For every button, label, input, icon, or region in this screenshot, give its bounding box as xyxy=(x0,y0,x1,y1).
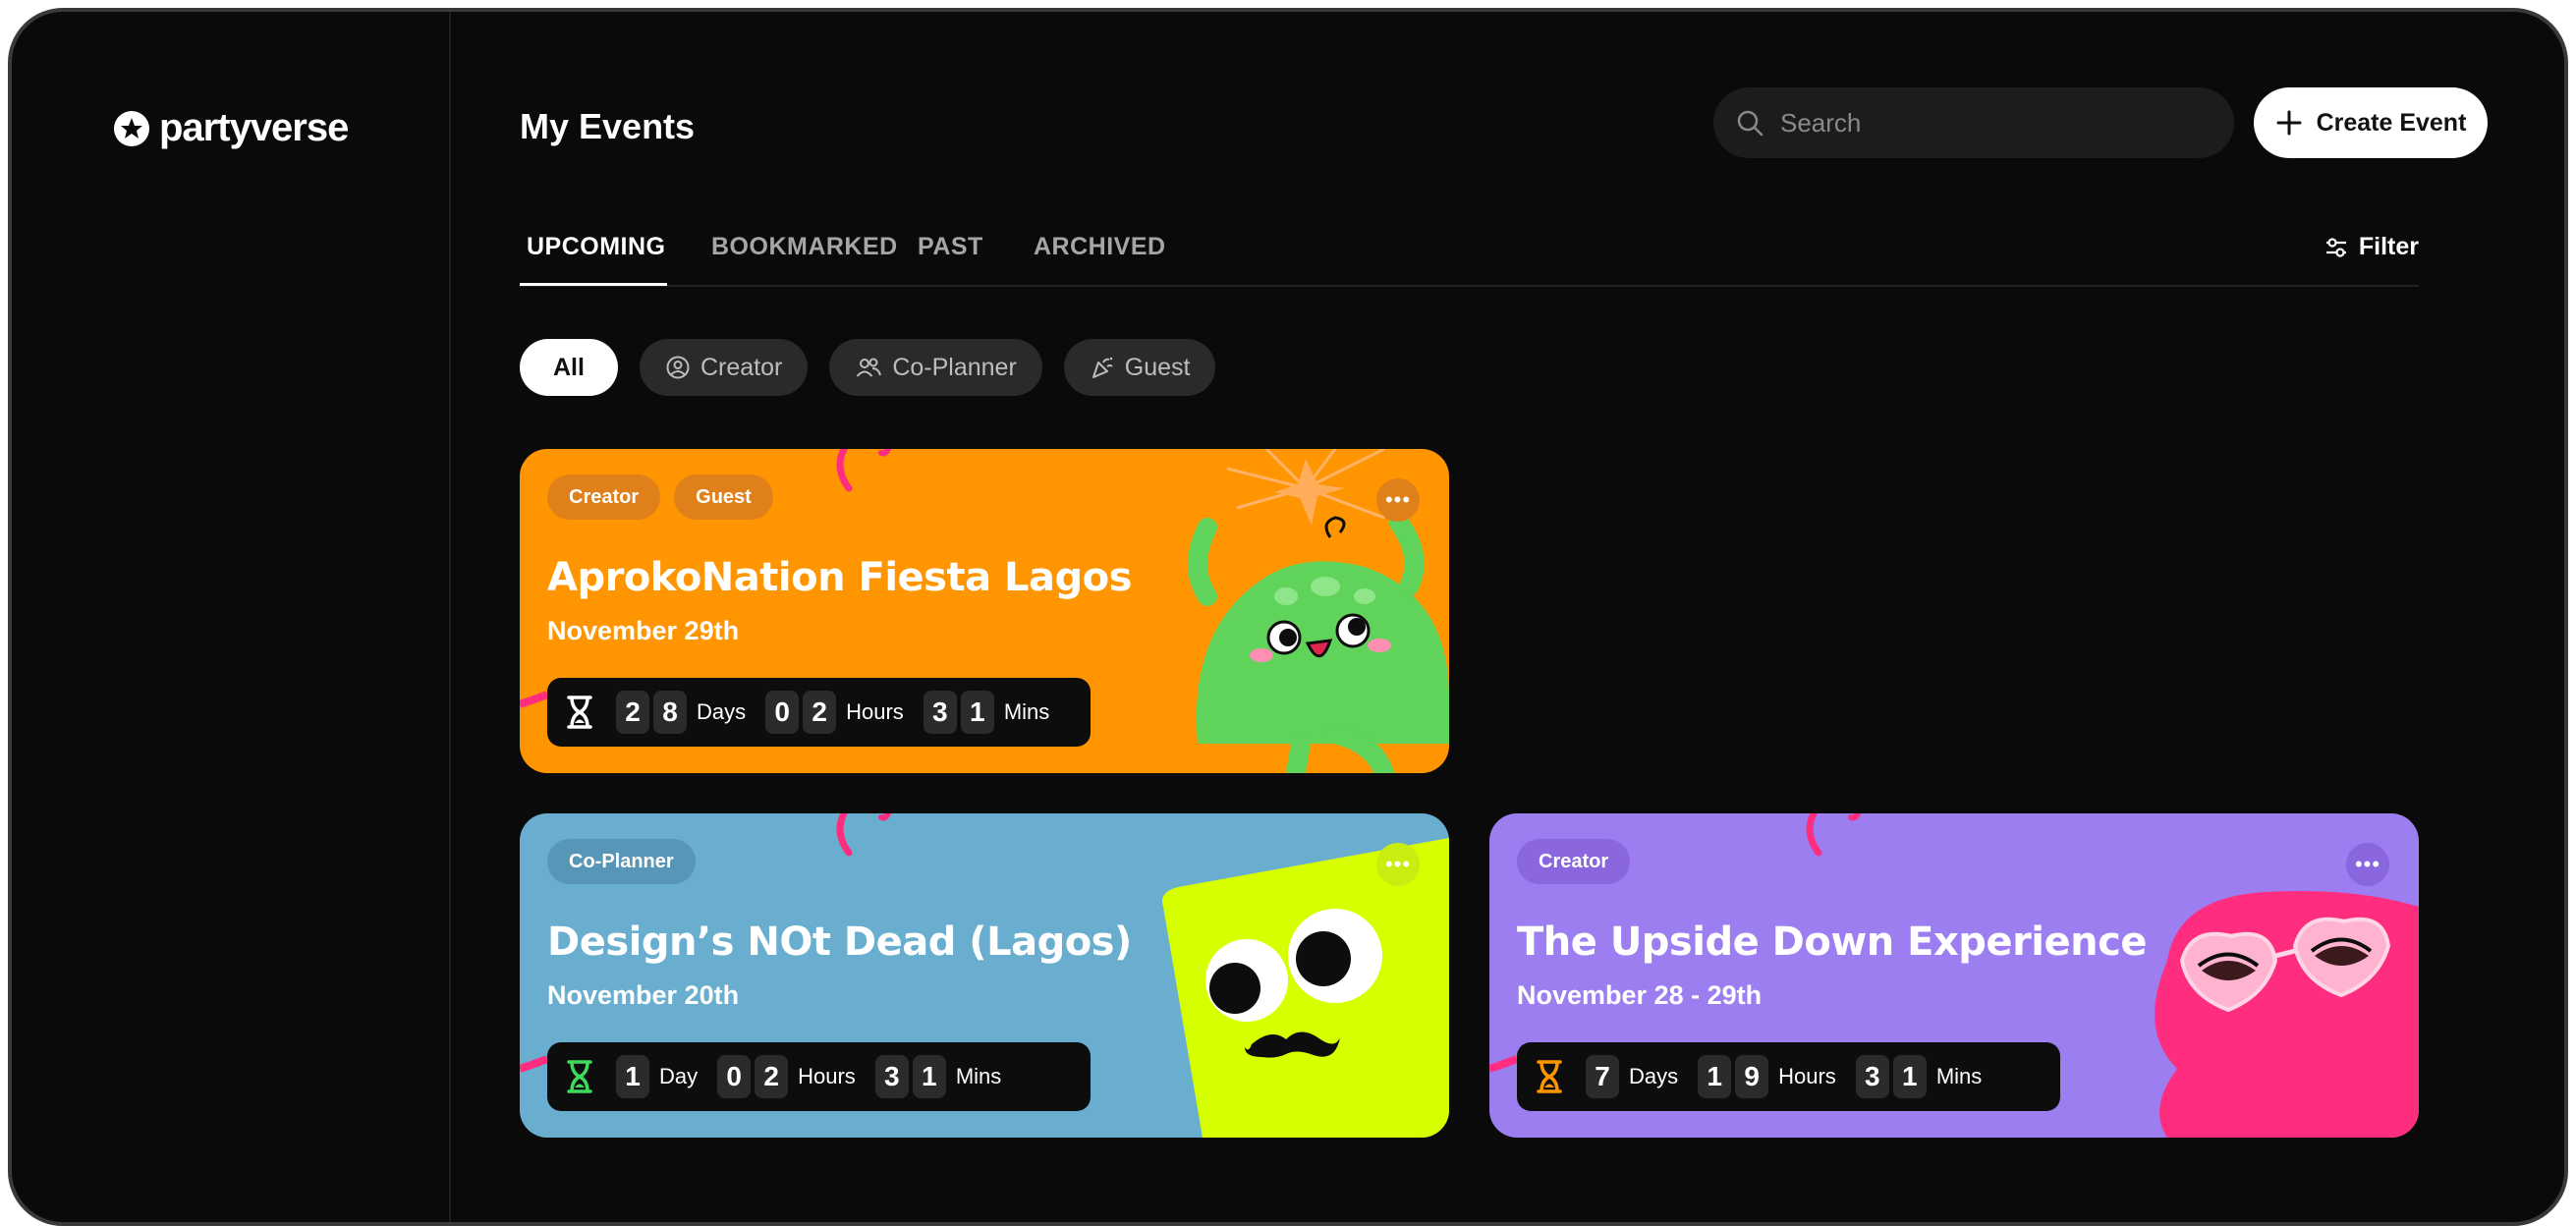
countdown-digit: 9 xyxy=(1735,1055,1769,1098)
tab-archived[interactable]: ARCHIVED xyxy=(1034,233,1166,261)
role-filter-chips: All Creator Co-Planner Guest xyxy=(520,339,1216,396)
countdown-digit: 1 xyxy=(960,691,994,734)
countdown-digit: 1 xyxy=(912,1055,946,1098)
countdown-digit: 3 xyxy=(1855,1055,1889,1098)
countdown-digit: 0 xyxy=(765,691,800,734)
more-dots-icon: ••• xyxy=(1384,487,1412,512)
countdown-digit: 3 xyxy=(874,1055,909,1098)
countdown-timer: 2 8 Days 0 2 Hours 3 1 Mins xyxy=(547,678,1091,747)
countdown-digit: 2 xyxy=(616,691,649,734)
chip-creator[interactable]: Creator xyxy=(639,339,809,396)
countdown-timer: 1 Day 0 2 Hours 3 1 Mins xyxy=(547,1042,1091,1111)
hourglass-icon xyxy=(567,696,592,729)
countdown-unit: Days xyxy=(1629,1064,1679,1088)
partyverse-logo-icon xyxy=(114,110,149,146)
sliders-icon xyxy=(2325,237,2346,257)
chip-co-planner[interactable]: Co-Planner xyxy=(829,339,1042,396)
user-circle-icon xyxy=(666,356,690,379)
countdown-digit: 3 xyxy=(923,691,957,734)
event-title: AprokoNation Fiesta Lagos xyxy=(547,555,1132,600)
countdown-unit: Mins xyxy=(1003,699,1050,724)
sidebar: partyverse xyxy=(12,12,451,1222)
role-tags: Creator Guest xyxy=(547,474,773,520)
countdown-unit: Hours xyxy=(798,1064,856,1088)
tab-past[interactable]: PAST xyxy=(918,233,983,261)
countdown-unit: Hours xyxy=(846,699,904,724)
countdown-digit: 2 xyxy=(803,691,837,734)
event-date: November 20th xyxy=(547,980,740,1010)
event-card[interactable]: Creator Guest ••• AprokoNation Fiesta La… xyxy=(520,449,1449,773)
countdown-unit: Mins xyxy=(1935,1064,1983,1088)
countdown-digit: 7 xyxy=(1586,1055,1619,1098)
countdown-unit: Mins xyxy=(955,1064,1002,1088)
filter-button[interactable]: Filter xyxy=(2324,233,2419,261)
countdown-digit: 1 xyxy=(616,1055,649,1098)
event-date: November 28 - 29th xyxy=(1517,980,1763,1010)
party-popper-icon xyxy=(1092,357,1113,378)
role-tag: Guest xyxy=(674,474,773,520)
event-date: November 29th xyxy=(547,616,740,645)
countdown-digit: 2 xyxy=(755,1055,789,1098)
countdown-timer: 7 Days 1 9 Hours 3 1 Mins xyxy=(1517,1042,2060,1111)
countdown-digit: 1 xyxy=(1892,1055,1927,1098)
countdown-digit: 1 xyxy=(1698,1055,1732,1098)
chip-label: Guest xyxy=(1124,353,1191,381)
more-options-button[interactable]: ••• xyxy=(2346,843,2389,886)
plus-icon xyxy=(2276,110,2302,136)
hourglass-icon xyxy=(1537,1060,1562,1093)
chip-label: Creator xyxy=(700,353,783,381)
chip-label: Co-Planner xyxy=(892,353,1017,381)
create-event-label: Create Event xyxy=(2316,108,2467,137)
users-icon xyxy=(857,358,882,377)
brand-logo[interactable]: partyverse xyxy=(112,106,349,150)
event-title: Design’s NOt Dead (Lagos) xyxy=(547,920,1132,965)
countdown-digit: 0 xyxy=(717,1055,752,1098)
event-title: The Upside Down Experience xyxy=(1517,920,2147,965)
countdown-unit: Days xyxy=(697,699,747,724)
tab-upcoming[interactable]: UPCOMING xyxy=(527,233,666,261)
page-title: My Events xyxy=(520,106,696,146)
search-bar[interactable] xyxy=(1713,87,2234,158)
main-content: My Events Create Event UPCOMING BOOKMARK… xyxy=(451,12,2564,1222)
app-window: partyverse My Events Create Event UPCOMI… xyxy=(8,8,2568,1226)
more-options-button[interactable]: ••• xyxy=(1376,478,1420,522)
chip-label: All xyxy=(553,353,585,381)
brand-name: partyverse xyxy=(159,106,349,149)
chip-guest[interactable]: Guest xyxy=(1063,339,1216,396)
active-tab-indicator xyxy=(520,283,667,286)
role-tags: Co-Planner xyxy=(547,839,696,884)
hourglass-icon xyxy=(567,1060,592,1093)
tab-bookmarked[interactable]: BOOKMARKED xyxy=(711,233,898,261)
create-event-button[interactable]: Create Event xyxy=(2254,87,2488,158)
more-dots-icon: ••• xyxy=(2354,852,2381,876)
countdown-unit: Day xyxy=(659,1064,699,1088)
chip-all[interactable]: All xyxy=(520,339,618,396)
more-dots-icon: ••• xyxy=(1384,852,1412,876)
event-card[interactable]: Creator ••• The Upside Down Experience N… xyxy=(1489,813,2419,1138)
more-options-button[interactable]: ••• xyxy=(1376,843,1420,886)
filter-label: Filter xyxy=(2358,233,2419,260)
search-input[interactable] xyxy=(1780,107,2193,139)
countdown-unit: Hours xyxy=(1778,1064,1836,1088)
role-tags: Creator xyxy=(1517,839,1631,884)
role-tag: Creator xyxy=(547,474,661,520)
event-tabs: UPCOMING BOOKMARKED PAST ARCHIVED Filter xyxy=(520,208,2419,287)
role-tag: Creator xyxy=(1517,839,1631,884)
countdown-digit: 8 xyxy=(653,691,687,734)
search-icon xyxy=(1737,110,1764,137)
event-card[interactable]: Co-Planner ••• Design’s NOt Dead (Lagos)… xyxy=(520,813,1449,1138)
role-tag: Co-Planner xyxy=(547,839,696,884)
